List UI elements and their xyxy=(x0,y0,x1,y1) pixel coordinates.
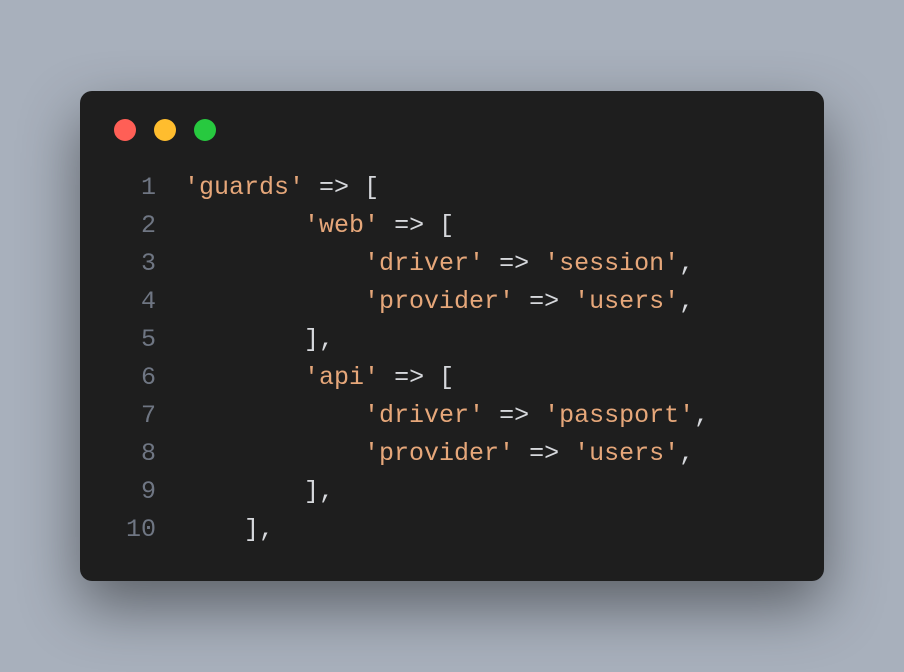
token-punct xyxy=(529,401,544,430)
token-str: 'passport' xyxy=(544,401,694,430)
token-punct xyxy=(514,287,529,316)
token-punct xyxy=(304,173,319,202)
token-punct xyxy=(559,439,574,468)
token-punct xyxy=(184,249,364,278)
code-line: 10 ], xyxy=(108,511,796,549)
line-number: 3 xyxy=(108,245,156,283)
line-content: 'driver' => 'passport', xyxy=(184,397,709,435)
token-punct xyxy=(379,211,394,240)
token-str: 'session' xyxy=(544,249,679,278)
line-content: ], xyxy=(184,473,334,511)
line-content: 'provider' => 'users', xyxy=(184,435,694,473)
code-line: 6 'api' => [ xyxy=(108,359,796,397)
token-str: 'users' xyxy=(574,439,679,468)
code-line: 5 ], xyxy=(108,321,796,359)
token-punct: , xyxy=(679,249,694,278)
token-op: => xyxy=(319,173,349,202)
code-line: 3 'driver' => 'session', xyxy=(108,245,796,283)
line-content: 'driver' => 'session', xyxy=(184,245,694,283)
token-op: => xyxy=(394,211,424,240)
token-str: 'driver' xyxy=(364,401,484,430)
line-number: 9 xyxy=(108,473,156,511)
code-line: 4 'provider' => 'users', xyxy=(108,283,796,321)
minimize-icon[interactable] xyxy=(154,119,176,141)
window-controls xyxy=(114,119,796,141)
token-punct xyxy=(184,287,364,316)
token-punct: ], xyxy=(184,515,274,544)
line-content: 'guards' => [ xyxy=(184,169,379,207)
token-str: 'web' xyxy=(304,211,379,240)
line-content: 'provider' => 'users', xyxy=(184,283,694,321)
line-number: 1 xyxy=(108,169,156,207)
token-punct xyxy=(184,211,304,240)
line-content: 'web' => [ xyxy=(184,207,454,245)
token-punct xyxy=(559,287,574,316)
token-punct xyxy=(484,249,499,278)
code-line: 7 'driver' => 'passport', xyxy=(108,397,796,435)
token-str: 'driver' xyxy=(364,249,484,278)
maximize-icon[interactable] xyxy=(194,119,216,141)
code-window: 1'guards' => [2 'web' => [3 'driver' => … xyxy=(80,91,824,581)
token-punct: ], xyxy=(184,477,334,506)
code-editor[interactable]: 1'guards' => [2 'web' => [3 'driver' => … xyxy=(108,169,796,549)
code-line: 1 'guards' => [ xyxy=(108,169,796,207)
token-punct xyxy=(184,401,364,430)
line-number: 6 xyxy=(108,359,156,397)
token-str: 'guards' xyxy=(184,173,304,202)
token-op: => xyxy=(529,439,559,468)
token-op: => xyxy=(529,287,559,316)
line-content: ], xyxy=(184,321,334,359)
token-str: 'api' xyxy=(304,363,379,392)
line-number: 4 xyxy=(108,283,156,321)
token-punct: [ xyxy=(424,211,454,240)
token-punct: [ xyxy=(424,363,454,392)
token-punct: , xyxy=(694,401,709,430)
close-icon[interactable] xyxy=(114,119,136,141)
code-line: 9 ], xyxy=(108,473,796,511)
token-str: 'users' xyxy=(574,287,679,316)
token-op: => xyxy=(394,363,424,392)
line-content: ], xyxy=(184,511,274,549)
line-number: 8 xyxy=(108,435,156,473)
token-punct xyxy=(184,439,364,468)
code-line: 8 'provider' => 'users', xyxy=(108,435,796,473)
line-content: 'api' => [ xyxy=(184,359,454,397)
token-punct xyxy=(514,439,529,468)
line-number: 5 xyxy=(108,321,156,359)
token-str: 'provider' xyxy=(364,287,514,316)
token-punct xyxy=(529,249,544,278)
line-number: 2 xyxy=(108,207,156,245)
line-number: 7 xyxy=(108,397,156,435)
token-punct: , xyxy=(679,287,694,316)
token-punct xyxy=(484,401,499,430)
token-op: => xyxy=(499,401,529,430)
code-line: 2 'web' => [ xyxy=(108,207,796,245)
token-punct: [ xyxy=(349,173,379,202)
token-punct xyxy=(184,363,304,392)
token-str: 'provider' xyxy=(364,439,514,468)
token-punct: ], xyxy=(184,325,334,354)
token-op: => xyxy=(499,249,529,278)
line-number: 10 xyxy=(108,511,156,549)
token-punct: , xyxy=(679,439,694,468)
token-punct xyxy=(379,363,394,392)
